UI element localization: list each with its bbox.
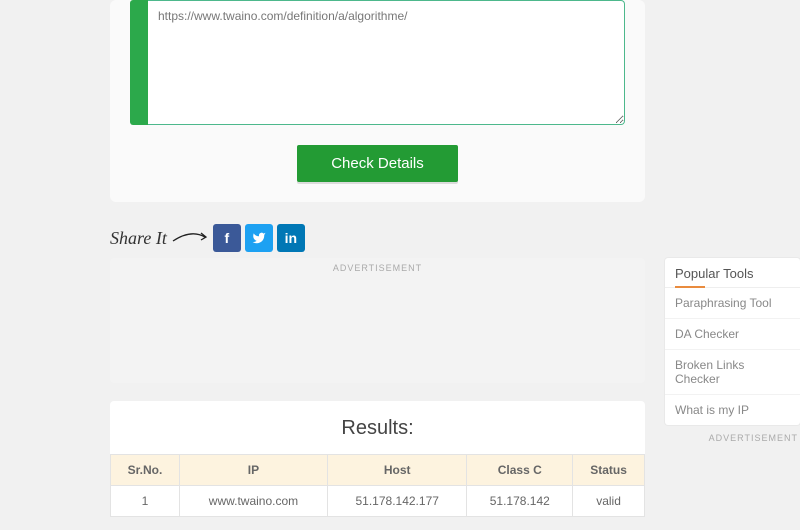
ad-block: ADVERTISEMENT: [110, 258, 645, 383]
col-host: Host: [328, 455, 467, 486]
col-classc: Class C: [467, 455, 573, 486]
url-card: Check Details: [110, 0, 645, 202]
textarea-wrap: [130, 0, 625, 125]
table-row: 1 www.twaino.com 51.178.142.177 51.178.1…: [111, 486, 645, 517]
col-ip: IP: [179, 455, 327, 486]
facebook-icon[interactable]: f: [213, 224, 241, 252]
arrow-icon: [171, 231, 211, 245]
cell-classc: 51.178.142: [467, 486, 573, 517]
button-row: Check Details: [130, 145, 625, 182]
url-input[interactable]: [148, 0, 625, 125]
results-title: Results:: [110, 417, 645, 440]
col-status: Status: [573, 455, 645, 486]
results-table: Sr.No. IP Host Class C Status 1 www.twai…: [110, 454, 645, 517]
popular-tools-title-text: Popular Tools: [675, 266, 754, 281]
sidebar-item-broken-links[interactable]: Broken Links Checker: [665, 350, 800, 395]
twitter-icon[interactable]: [245, 224, 273, 252]
popular-tools-card: Popular Tools Paraphrasing Tool DA Check…: [665, 258, 800, 425]
cell-status: valid: [573, 486, 645, 517]
results-card: Results: Sr.No. IP Host Class C Status 1…: [110, 401, 645, 517]
cell-host: 51.178.142.177: [328, 486, 467, 517]
sidebar-item-whatismyip[interactable]: What is my IP: [665, 395, 800, 425]
check-details-button[interactable]: Check Details: [297, 145, 458, 182]
title-underline: [675, 286, 705, 288]
sidebar-item-paraphrasing[interactable]: Paraphrasing Tool: [665, 288, 800, 319]
cell-ip: www.twaino.com: [179, 486, 327, 517]
sidebar: Popular Tools Paraphrasing Tool DA Check…: [665, 258, 800, 443]
ad-label: ADVERTISEMENT: [110, 263, 645, 273]
col-srno: Sr.No.: [111, 455, 180, 486]
accent-bar: [130, 0, 148, 125]
sidebar-ad-label: ADVERTISEMENT: [665, 433, 800, 443]
share-row: Share It f in: [110, 220, 645, 258]
linkedin-icon[interactable]: in: [277, 224, 305, 252]
cell-srno: 1: [111, 486, 180, 517]
popular-tools-title: Popular Tools: [665, 258, 800, 288]
sidebar-item-da-checker[interactable]: DA Checker: [665, 319, 800, 350]
share-it-label: Share It: [110, 228, 167, 249]
